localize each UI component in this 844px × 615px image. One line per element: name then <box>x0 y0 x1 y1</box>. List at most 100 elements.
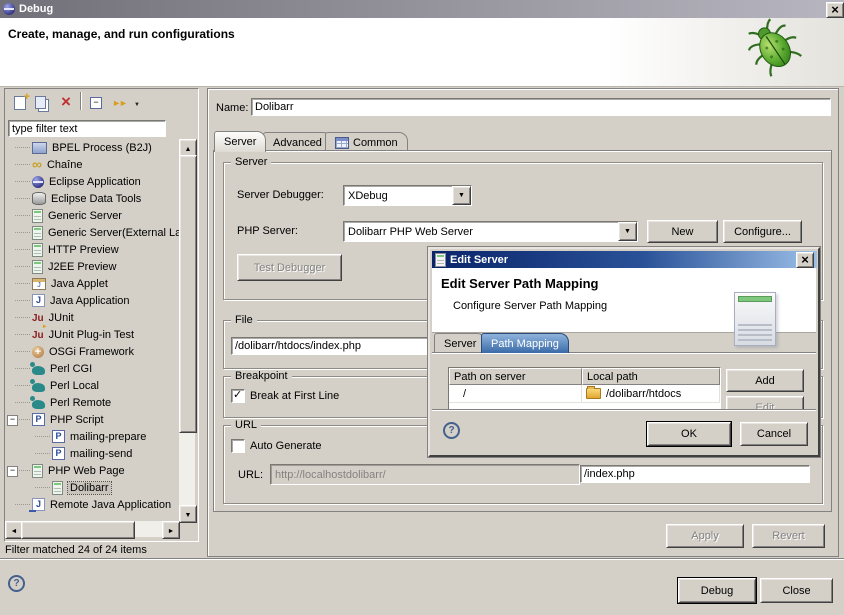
dialog-heading: Edit Server Path Mapping <box>441 276 598 291</box>
column-header-local-path: Local path <box>582 368 720 385</box>
tree-item[interactable]: Perl CGI <box>6 360 179 377</box>
toolbar-menu-button[interactable] <box>130 92 144 114</box>
name-input[interactable] <box>251 98 831 116</box>
server-debugger-select[interactable]: XDebug <box>343 185 472 206</box>
debug-bug-icon <box>744 18 804 78</box>
tree-item-label: BPEL Process (B2J) <box>52 142 152 154</box>
tree-item[interactable]: JUnit <box>6 309 179 326</box>
arrow-up-icon <box>185 142 192 154</box>
arrow-right-icon <box>168 524 175 536</box>
junit-icon <box>32 312 44 324</box>
vscrollbar-thumb[interactable] <box>179 155 197 433</box>
scroll-down-button[interactable] <box>179 505 197 523</box>
tree-item[interactable]: Perl Remote <box>6 394 179 411</box>
tree-item-label: Chaîne <box>47 159 82 171</box>
close-icon <box>831 4 839 17</box>
java-icon <box>32 294 45 307</box>
tree-item[interactable]: J2EE Preview <box>6 258 179 275</box>
tree-item[interactable]: mailing-send <box>6 445 179 462</box>
scroll-right-button[interactable] <box>162 521 180 539</box>
close-button[interactable]: Close <box>760 578 833 603</box>
break-first-line-checkbox[interactable] <box>231 389 245 403</box>
filter-input[interactable] <box>8 120 166 137</box>
tab-server[interactable]: Server <box>214 131 266 152</box>
url-base-field: http://localhostdolibarr/ <box>270 464 580 485</box>
ok-button[interactable]: OK <box>647 422 731 446</box>
tree-item-label: PHP Web Page <box>48 465 125 477</box>
breakpoint-group-legend: Breakpoint <box>231 370 292 382</box>
dropdown-arrow-icon[interactable] <box>452 186 471 205</box>
database-icon <box>32 192 46 205</box>
configure-server-button[interactable]: Configure... <box>723 220 802 243</box>
arrow-down-icon <box>185 508 192 520</box>
table-header-row: Path on server Local path <box>449 368 720 385</box>
table-row[interactable]: //dolibarr/htdocs <box>449 385 720 403</box>
tree-item[interactable]: JUnit Plug-in Test <box>6 326 179 343</box>
tree-collapse-icon[interactable]: − <box>7 415 18 426</box>
edit-server-dialog: Edit Server Edit Server Path Mapping Con… <box>428 247 820 457</box>
tree-item[interactable]: Eclipse Data Tools <box>6 190 179 207</box>
tree-item[interactable]: HTTP Preview <box>6 241 179 258</box>
applet-icon <box>32 278 46 290</box>
php-server-select[interactable]: Dolibarr PHP Web Server <box>343 221 638 242</box>
tree-collapse-icon[interactable]: − <box>7 466 18 477</box>
tree-item[interactable]: Generic Server(External La <box>6 224 179 241</box>
tree-item[interactable]: BPEL Process (B2J) <box>6 139 179 156</box>
hscrollbar-thumb[interactable] <box>21 521 135 539</box>
duplicate-config-icon <box>35 96 46 109</box>
junit-plugin-icon <box>32 329 44 341</box>
delete-config-icon <box>61 96 71 110</box>
new-server-button[interactable]: New <box>647 220 718 243</box>
url-path-input[interactable] <box>580 465 810 483</box>
dialog-tab-path-mapping[interactable]: Path Mapping <box>481 333 569 353</box>
dialog-tab-server[interactable]: Server <box>434 333 486 353</box>
tree-item-label: Generic Server <box>48 210 122 222</box>
filter-button[interactable] <box>107 92 131 114</box>
tree-item[interactable]: Java Applet <box>6 275 179 292</box>
filter-icon <box>112 97 126 109</box>
tree-item-label: Java Application <box>50 295 130 307</box>
tree-item[interactable]: Java Application <box>6 292 179 309</box>
dialog-header: Edit Server Path Mapping Configure Serve… <box>432 268 816 333</box>
dialog-help-icon[interactable] <box>443 422 460 439</box>
auto-generate-checkbox[interactable] <box>231 439 245 453</box>
server-tower-image <box>734 292 776 346</box>
new-config-icon <box>14 96 26 110</box>
tree-item[interactable]: Dolibarr <box>6 479 179 496</box>
tab-label: Server <box>224 136 256 148</box>
column-header-path-on-server: Path on server <box>449 368 582 385</box>
dialog-close-button[interactable] <box>796 252 814 268</box>
dialog-title: Edit Server <box>450 254 508 266</box>
tab-common[interactable]: Common <box>325 132 408 152</box>
delete-configuration-button[interactable] <box>54 92 78 114</box>
tree-item[interactable]: Remote Java Application <box>6 496 179 513</box>
debug-button[interactable]: Debug <box>678 578 756 603</box>
add-mapping-button[interactable]: Add <box>726 369 804 392</box>
tree-item[interactable]: OSGi Framework <box>6 343 179 360</box>
tree-item[interactable]: Generic Server <box>6 207 179 224</box>
tree-item[interactable]: Perl Local <box>6 377 179 394</box>
camel-icon <box>32 366 45 375</box>
collapse-all-button[interactable] <box>84 92 108 114</box>
window-titlebar: Debug <box>0 0 844 18</box>
dropdown-arrow-icon[interactable] <box>618 222 637 241</box>
tree-item[interactable]: Eclipse Application <box>6 173 179 190</box>
chain-icon <box>32 158 42 172</box>
config-tree: BPEL Process (B2J) Chaîne Eclipse Applicat… <box>6 139 179 519</box>
cancel-button[interactable]: Cancel <box>740 422 808 446</box>
tree-item[interactable]: −PHP Script <box>6 411 179 428</box>
server-icon <box>32 243 43 257</box>
banner-title: Create, manage, and run configurations <box>8 27 235 41</box>
tree-item[interactable]: − PHP Web Page <box>6 462 179 479</box>
tree-item-label: mailing-prepare <box>70 431 146 443</box>
tree-item[interactable]: Chaîne <box>6 156 179 173</box>
duplicate-configuration-button[interactable] <box>31 92 55 114</box>
tab-advanced[interactable]: Advanced <box>263 132 332 152</box>
help-icon[interactable] <box>8 575 25 592</box>
collapse-all-icon <box>90 97 102 109</box>
new-configuration-button[interactable] <box>8 92 32 114</box>
tree-item[interactable]: mailing-prepare <box>6 428 179 445</box>
php-server-label: PHP Server: <box>237 225 298 237</box>
filter-status: Filter matched 24 of 24 items <box>5 544 147 556</box>
window-close-button[interactable] <box>826 2 844 18</box>
